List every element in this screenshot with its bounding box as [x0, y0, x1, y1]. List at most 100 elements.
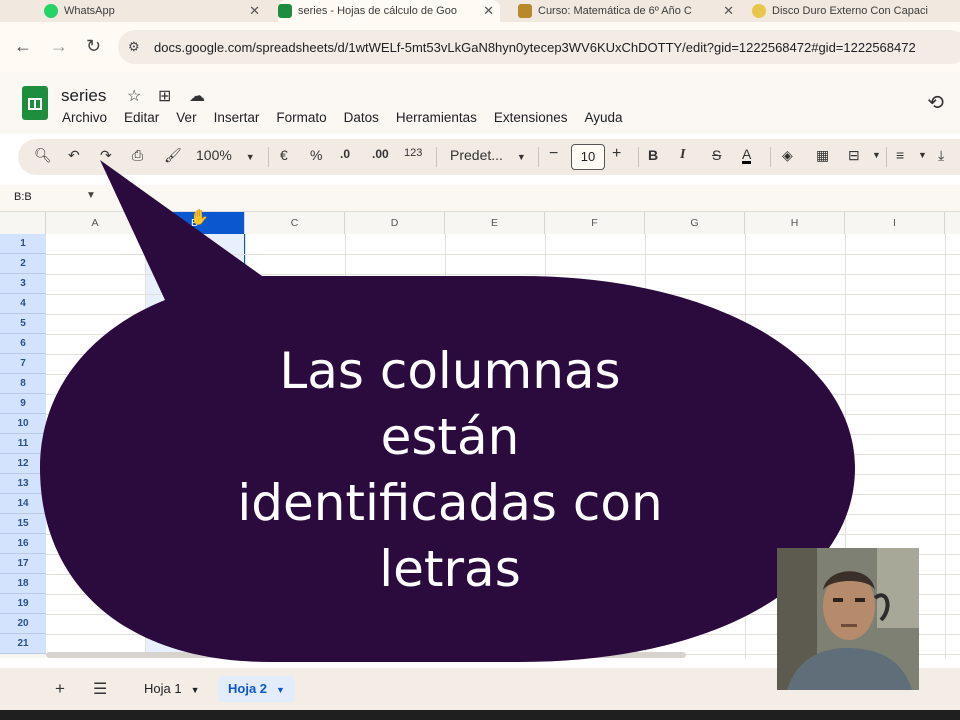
- row-header[interactable]: 10: [0, 414, 46, 434]
- row-header[interactable]: 18: [0, 574, 46, 594]
- menu-formato[interactable]: Formato: [276, 110, 326, 125]
- tab-title: WhatsApp: [64, 5, 115, 17]
- row-header[interactable]: 5: [0, 314, 46, 334]
- move-folder-icon[interactable]: ⊞: [158, 86, 171, 106]
- menu-editar[interactable]: Editar: [124, 110, 159, 125]
- column-header-e[interactable]: E: [445, 212, 545, 234]
- row-header[interactable]: 3: [0, 274, 46, 294]
- number-format-button[interactable]: 123: [404, 147, 422, 159]
- document-title[interactable]: series: [61, 86, 106, 106]
- row-header[interactable]: 14: [0, 494, 46, 514]
- menu-ver[interactable]: Ver: [176, 110, 196, 125]
- name-box[interactable]: B:B: [14, 191, 32, 203]
- browser-tab-whatsapp[interactable]: WhatsApp ✕: [44, 0, 266, 22]
- menu-archivo[interactable]: Archivo: [62, 110, 107, 125]
- vertical-align-icon[interactable]: ⤓: [938, 147, 944, 164]
- chevron-down-icon[interactable]: ▼: [872, 150, 881, 160]
- percent-format-button[interactable]: %: [310, 147, 322, 163]
- merge-cells-icon[interactable]: ⊟: [848, 147, 860, 164]
- menu-extensiones[interactable]: Extensiones: [494, 110, 568, 125]
- all-sheets-menu-icon[interactable]: ☰: [93, 679, 107, 699]
- toolbar-divider: [638, 147, 639, 167]
- row-header[interactable]: 7: [0, 354, 46, 374]
- row-header[interactable]: 2: [0, 254, 46, 274]
- font-family-select[interactable]: Predet... ▼: [450, 147, 526, 163]
- back-arrow-icon[interactable]: ←: [14, 36, 32, 57]
- text-color-button[interactable]: A: [742, 147, 752, 164]
- print-icon[interactable]: ⎙: [132, 147, 143, 164]
- font-size-input[interactable]: 10: [571, 144, 605, 170]
- sheet-tab-hoja-2[interactable]: Hoja 2 ▼: [218, 676, 295, 702]
- column-header-c[interactable]: C: [245, 212, 345, 234]
- chevron-down-icon: ▼: [190, 685, 200, 695]
- menu-datos[interactable]: Datos: [344, 110, 379, 125]
- chevron-down-icon[interactable]: ▼: [918, 150, 927, 160]
- strikethrough-button[interactable]: S: [712, 147, 721, 163]
- borders-icon[interactable]: ▦: [816, 147, 829, 164]
- version-history-icon[interactable]: ⟲: [927, 90, 944, 115]
- column-header-g[interactable]: G: [645, 212, 745, 234]
- row-header[interactable]: 8: [0, 374, 46, 394]
- redo-icon[interactable]: ↷: [100, 147, 112, 164]
- toolbar-divider: [538, 147, 539, 167]
- menu-herramientas[interactable]: Herramientas: [396, 110, 477, 125]
- browser-tab-curso[interactable]: Curso: Matemática de 6º Año C ✕: [518, 0, 740, 22]
- row-header[interactable]: 21: [0, 634, 46, 654]
- row-header[interactable]: 16: [0, 534, 46, 554]
- increase-decimal-button[interactable]: .00: [372, 147, 389, 161]
- row-header[interactable]: 6: [0, 334, 46, 354]
- close-tab-icon[interactable]: ✕: [723, 3, 734, 19]
- menu-ayuda[interactable]: Ayuda: [584, 110, 622, 125]
- undo-icon[interactable]: ↶: [68, 147, 80, 164]
- address-bar[interactable]: ⚙ docs.google.com/spreadsheets/d/1wtWELf…: [118, 30, 960, 64]
- bold-button[interactable]: B: [648, 147, 658, 163]
- browser-tab-strip: WhatsApp ✕ series - Hojas de cálculo de …: [0, 0, 960, 22]
- row-header[interactable]: 13: [0, 474, 46, 494]
- star-icon[interactable]: ☆: [127, 86, 141, 106]
- italic-button[interactable]: I: [680, 147, 685, 163]
- increase-font-size-icon[interactable]: +: [612, 145, 621, 163]
- column-header-d[interactable]: D: [345, 212, 445, 234]
- close-tab-icon[interactable]: ✕: [483, 3, 494, 19]
- sheet-tab-hoja-1[interactable]: Hoja 1 ▼: [134, 676, 210, 702]
- toolbar-divider: [886, 147, 887, 167]
- cloud-status-icon[interactable]: ☁: [189, 86, 205, 106]
- chevron-down-icon[interactable]: ▼: [86, 190, 96, 201]
- select-all-corner[interactable]: [0, 212, 46, 234]
- site-settings-icon[interactable]: ⚙: [128, 39, 144, 55]
- search-icon[interactable]: 🔍︎: [34, 147, 52, 164]
- decrease-decimal-button[interactable]: .0: [340, 147, 350, 161]
- horizontal-scrollbar[interactable]: [46, 652, 686, 658]
- row-header[interactable]: 4: [0, 294, 46, 314]
- font-family-value: Predet...: [450, 147, 503, 163]
- row-header[interactable]: 1: [0, 234, 46, 254]
- currency-format-button[interactable]: €: [280, 147, 288, 163]
- decrease-font-size-icon[interactable]: −: [549, 145, 558, 163]
- paint-format-icon[interactable]: 🖌︎: [164, 147, 182, 164]
- reload-icon[interactable]: ↻: [86, 36, 101, 57]
- sheets-logo-icon[interactable]: [22, 86, 48, 120]
- column-header-f[interactable]: F: [545, 212, 645, 234]
- tab-title: Curso: Matemática de 6º Año C: [538, 5, 692, 17]
- browser-tab-series[interactable]: series - Hojas de cálculo de Goo ✕: [278, 0, 500, 22]
- row-header[interactable]: 17: [0, 554, 46, 574]
- horizontal-align-icon[interactable]: ≡: [896, 147, 904, 163]
- row-headers: 1 2 3 4 5 6 7 8 9 10 11 12 13 14 15 16 1…: [0, 234, 46, 658]
- row-header[interactable]: 12: [0, 454, 46, 474]
- row-header[interactable]: 20: [0, 614, 46, 634]
- row-header[interactable]: 19: [0, 594, 46, 614]
- column-header-i[interactable]: I: [845, 212, 945, 234]
- row-header[interactable]: 15: [0, 514, 46, 534]
- column-header-a[interactable]: A: [46, 212, 145, 234]
- menu-insertar[interactable]: Insertar: [214, 110, 260, 125]
- zoom-select[interactable]: 100% ▼: [196, 147, 255, 163]
- row-header[interactable]: 11: [0, 434, 46, 454]
- fill-color-icon[interactable]: ◈: [782, 147, 793, 164]
- caption-line: identificadas con: [237, 474, 663, 532]
- add-sheet-icon[interactable]: +: [55, 679, 65, 699]
- forward-arrow-icon[interactable]: →: [50, 36, 68, 57]
- close-tab-icon[interactable]: ✕: [249, 3, 260, 19]
- row-header[interactable]: 9: [0, 394, 46, 414]
- browser-tab-disco[interactable]: Disco Duro Externo Con Capaci: [752, 0, 960, 22]
- column-header-h[interactable]: H: [745, 212, 845, 234]
